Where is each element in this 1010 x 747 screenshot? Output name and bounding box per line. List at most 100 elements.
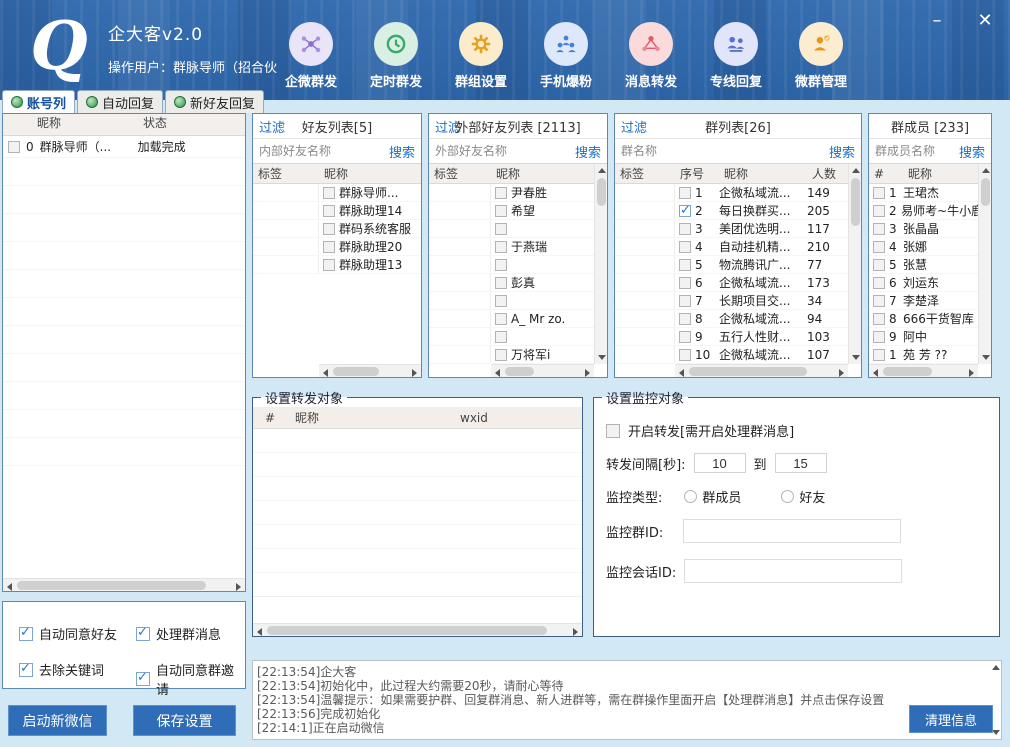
group-row[interactable]: 1 企微私域流... 149	[615, 184, 848, 202]
account-row[interactable]: 0 群脉导师（... 加载完成	[3, 136, 245, 158]
checkbox[interactable]	[136, 627, 150, 641]
clear-log-button[interactable]: 清理信息	[909, 705, 993, 733]
option-auto-accept-friend[interactable]: 自动同意好友	[19, 624, 117, 643]
row-checkbox[interactable]	[495, 205, 507, 217]
external-search-input[interactable]	[435, 144, 575, 158]
log-box[interactable]: [22:13:54]企大客[22:13:54]初始化中，此过程大约需要20秒，请…	[252, 660, 1002, 740]
radio-friend[interactable]: 好友	[781, 487, 825, 506]
scroll-down-icon[interactable]	[982, 355, 990, 360]
search-button[interactable]: 搜索	[959, 142, 985, 161]
minimize-button[interactable]: –	[924, 8, 950, 34]
group-row[interactable]: 5 物流腾讯广... 77	[615, 256, 848, 274]
row-checkbox[interactable]	[495, 313, 507, 325]
friend-row[interactable]: 群脉导师...	[253, 184, 421, 202]
member-search-input[interactable]	[875, 144, 959, 158]
friend-row[interactable]	[429, 220, 594, 238]
hscrollbar[interactable]	[869, 364, 978, 377]
scroll-left-icon[interactable]	[7, 583, 12, 591]
friend-row[interactable]: 群脉助理14	[253, 202, 421, 220]
toolbar-item-group-manage[interactable]: 微群管理	[792, 22, 850, 90]
row-checkbox[interactable]	[679, 349, 691, 361]
vscrollbar[interactable]	[848, 164, 861, 364]
search-button[interactable]: 搜索	[575, 142, 601, 161]
option-handle-group-msg[interactable]: 处理群消息	[136, 624, 221, 643]
friend-row[interactable]: 群脉助理20	[253, 238, 421, 256]
toolbar-item-group-settings[interactable]: 群组设置	[452, 22, 510, 90]
row-checkbox[interactable]	[873, 223, 885, 235]
toolbar-item-phone-fans[interactable]: 手机爆粉	[537, 22, 595, 90]
monitor-session-id-input[interactable]	[684, 559, 902, 583]
vscrollbar[interactable]	[594, 164, 607, 364]
row-checkbox[interactable]	[495, 277, 507, 289]
friends-search-input[interactable]	[259, 144, 389, 158]
scroll-right-icon[interactable]	[236, 583, 241, 591]
radio-icon[interactable]	[781, 490, 794, 503]
scroll-thumb[interactable]	[851, 178, 860, 226]
row-checkbox[interactable]	[495, 259, 507, 271]
start-new-wechat-button[interactable]: 启动新微信	[8, 705, 107, 736]
row-checkbox[interactable]	[323, 187, 335, 199]
row-checkbox[interactable]	[873, 349, 885, 361]
row-checkbox[interactable]	[495, 187, 507, 199]
row-checkbox[interactable]	[873, 277, 885, 289]
scroll-right-icon[interactable]	[573, 628, 578, 636]
member-row[interactable]: 9 阿中	[869, 328, 978, 346]
scroll-right-icon[interactable]	[969, 369, 974, 377]
friend-row[interactable]: 彭真	[429, 274, 594, 292]
scroll-thumb[interactable]	[981, 178, 990, 206]
search-button[interactable]: 搜索	[829, 142, 855, 161]
scroll-up-icon[interactable]	[598, 168, 606, 173]
member-row[interactable]: 5 张慧	[869, 256, 978, 274]
member-row[interactable]: 3 张晶晶	[869, 220, 978, 238]
group-row[interactable]: 8 企微私域流... 94	[615, 310, 848, 328]
scroll-left-icon[interactable]	[257, 628, 262, 636]
radio-group-member[interactable]: 群成员	[684, 487, 741, 506]
scroll-right-icon[interactable]	[412, 369, 417, 377]
member-row[interactable]: 1 王珺杰	[869, 184, 978, 202]
row-checkbox[interactable]	[323, 205, 335, 217]
scroll-up-icon[interactable]	[982, 168, 990, 173]
checkbox[interactable]	[136, 672, 150, 686]
member-row[interactable]: 8 666干货智库	[869, 310, 978, 328]
scroll-thumb[interactable]	[597, 178, 606, 206]
friend-row[interactable]: 希望	[429, 202, 594, 220]
scroll-left-icon[interactable]	[873, 369, 878, 377]
member-row[interactable]: 6 刘运东	[869, 274, 978, 292]
friend-row[interactable]: A_ Mr zo.	[429, 310, 594, 328]
row-checkbox[interactable]	[495, 349, 507, 361]
friend-row[interactable]	[429, 256, 594, 274]
toolbar-item-qiwei-mass-send[interactable]: 企微群发	[282, 22, 340, 90]
hscrollbar[interactable]	[675, 364, 848, 377]
row-checkbox[interactable]	[679, 331, 691, 343]
scroll-thumb[interactable]	[505, 367, 534, 376]
row-checkbox[interactable]	[323, 223, 335, 235]
scroll-right-icon[interactable]	[839, 369, 844, 377]
row-checkbox[interactable]	[679, 223, 691, 235]
filter-link[interactable]: 过滤	[621, 117, 647, 136]
save-settings-button[interactable]: 保存设置	[133, 705, 236, 736]
scroll-up-icon[interactable]	[852, 168, 860, 173]
filter-link[interactable]: 过滤	[435, 117, 461, 136]
member-row[interactable]: 1 苑 芳 ??	[869, 346, 978, 364]
monitor-group-id-input[interactable]	[683, 519, 901, 543]
row-checkbox[interactable]	[679, 241, 691, 253]
group-row[interactable]: 6 企微私域流... 173	[615, 274, 848, 292]
friend-row[interactable]	[429, 328, 594, 346]
group-row[interactable]: 4 自动挂机精... 210	[615, 238, 848, 256]
row-checkbox[interactable]	[679, 277, 691, 289]
toolbar-item-message-forward[interactable]: 消息转发	[622, 22, 680, 90]
toolbar-item-dedicated-reply[interactable]: 专线回复	[707, 22, 765, 90]
row-checkbox[interactable]	[873, 187, 885, 199]
row-checkbox[interactable]	[323, 259, 335, 271]
member-row[interactable]: 2 易师考~牛小鹿	[869, 202, 978, 220]
scroll-down-icon[interactable]	[598, 355, 606, 360]
row-checkbox[interactable]	[495, 295, 507, 307]
group-row[interactable]: 2 每日换群买... 205	[615, 202, 848, 220]
row-checkbox[interactable]	[873, 205, 885, 217]
toolbar-item-timed-send[interactable]: 定时群发	[367, 22, 425, 90]
row-checkbox[interactable]	[323, 241, 335, 253]
group-search-input[interactable]	[621, 144, 829, 158]
friend-row[interactable]: 万将军i	[429, 346, 594, 364]
scroll-left-icon[interactable]	[495, 369, 500, 377]
row-checkbox[interactable]	[679, 295, 691, 307]
